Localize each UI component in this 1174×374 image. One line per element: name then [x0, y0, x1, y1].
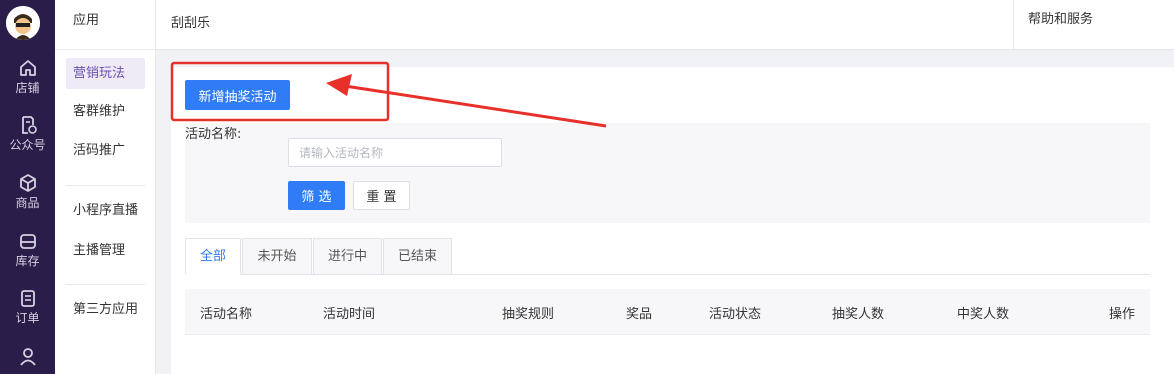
- rail-item-official-account[interactable]: 公众号: [0, 115, 55, 152]
- help-and-service-link[interactable]: 帮助和服务: [1013, 0, 1174, 50]
- breadcrumb: 刮刮乐: [171, 16, 211, 31]
- submenu-divider: [66, 185, 145, 186]
- submenu-item-anchor-management[interactable]: 主播管理: [66, 235, 145, 266]
- column-header-actions: 操作: [1109, 307, 1136, 322]
- add-lottery-activity-button[interactable]: 新增抽奖活动: [185, 80, 290, 110]
- submenu-item-third-party[interactable]: 第三方应用: [66, 294, 145, 325]
- app-rail: 店铺 公众号 商品 库存 订单: [0, 0, 55, 374]
- submenu-title: 应用: [55, 0, 155, 50]
- column-header-prizes: 奖品: [626, 307, 653, 322]
- inbox-icon: [19, 234, 36, 249]
- column-header-lottery-rules: 抽奖规则: [502, 307, 555, 322]
- column-header-activity-status: 活动状态: [709, 307, 762, 322]
- top-bar: 刮刮乐 帮助和服务: [156, 0, 1174, 50]
- filter-button[interactable]: 筛 选: [288, 181, 345, 210]
- tab-not-started[interactable]: 未开始: [242, 238, 312, 275]
- rail-item-orders[interactable]: 订单: [0, 288, 55, 325]
- column-header-activity-name: 活动名称: [200, 307, 253, 322]
- column-header-activity-time: 活动时间: [323, 307, 376, 322]
- submenu-item-marketing[interactable]: 营销玩法: [66, 58, 145, 89]
- column-header-participants: 抽奖人数: [832, 307, 885, 322]
- clipboard-icon: [20, 290, 35, 307]
- tab-all[interactable]: 全部: [185, 238, 241, 275]
- rail-item-goods[interactable]: 商品: [0, 173, 55, 210]
- activity-name-label: 活动名称:: [185, 127, 242, 142]
- column-header-winners: 中奖人数: [957, 307, 1010, 322]
- avatar[interactable]: [6, 6, 40, 40]
- rail-item-users[interactable]: [0, 346, 55, 369]
- app-submenu: 应用 营销玩法 客群维护 活码推广 小程序直播 主播管理 第三方应用: [55, 0, 156, 374]
- home-icon: [19, 60, 36, 76]
- rail-item-store[interactable]: 店铺: [0, 58, 55, 95]
- submenu-item-mini-program-live[interactable]: 小程序直播: [66, 195, 145, 226]
- submenu-divider: [66, 284, 145, 285]
- reset-button[interactable]: 重 置: [353, 181, 410, 210]
- users-icon: [19, 348, 36, 366]
- submenu-item-live-code[interactable]: 活码推广: [66, 135, 145, 166]
- tab-in-progress[interactable]: 进行中: [313, 238, 382, 275]
- rail-item-inventory[interactable]: 库存: [0, 231, 55, 268]
- box-icon: [19, 174, 36, 192]
- document-check-icon: [21, 116, 37, 134]
- submenu-item-customer-care[interactable]: 客群维护: [66, 96, 145, 127]
- activity-name-input[interactable]: [288, 138, 502, 167]
- tab-ended[interactable]: 已结束: [383, 238, 452, 275]
